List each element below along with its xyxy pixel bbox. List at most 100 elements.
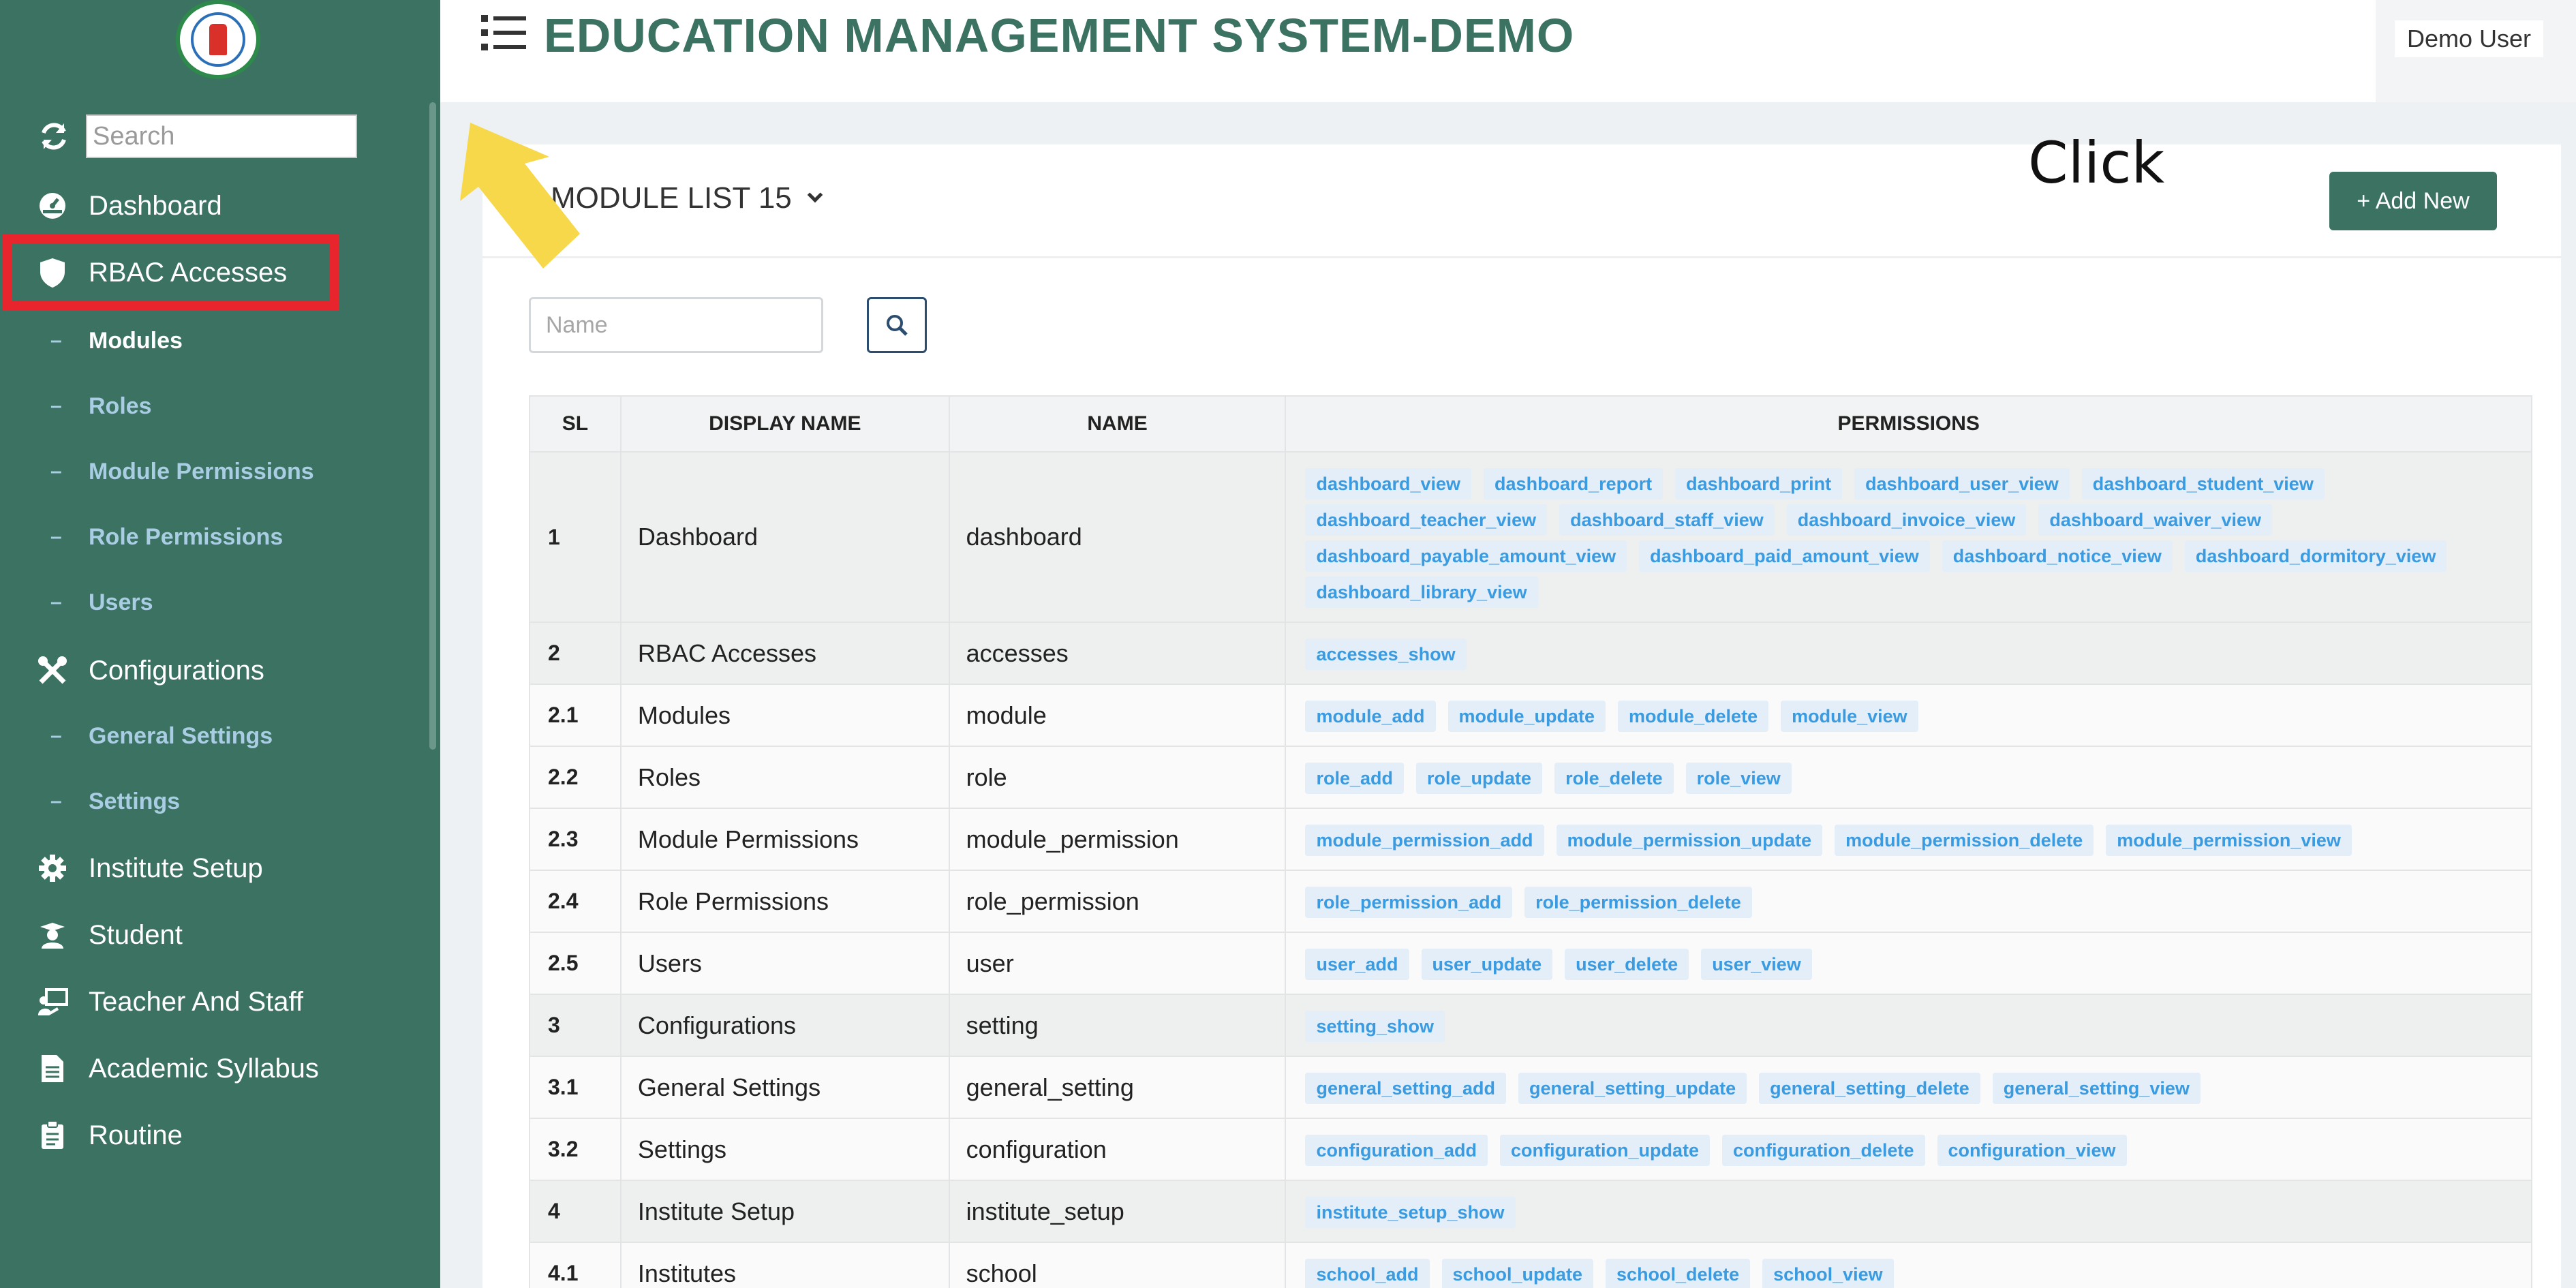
permission-tag: role_permission_delete — [1524, 887, 1752, 918]
sidebar-subitem-role-permissions[interactable]: – Role Permissions — [0, 517, 440, 557]
sidebar-item-teacher-and-staff[interactable]: Teacher And Staff — [0, 980, 440, 1024]
permission-tag: dashboard_library_view — [1305, 577, 1538, 608]
permission-tag: dashboard_payable_amount_view — [1305, 540, 1627, 572]
column-header-display-name[interactable]: DISPLAY NAME — [619, 395, 950, 453]
sidebar-subitem-general-settings[interactable]: – General Settings — [0, 716, 440, 756]
cell-sl: 3 — [529, 994, 622, 1057]
permission-tag: role_add — [1305, 763, 1405, 794]
card-divider — [482, 256, 2561, 258]
sidebar-search-row — [37, 114, 357, 158]
cell-permissions: institute_setup_show — [1285, 1180, 2532, 1243]
sidebar-item-academic-syllabus[interactable]: Academic Syllabus — [0, 1047, 440, 1090]
hamburger-list-icon[interactable] — [481, 14, 526, 52]
cell-display-name: Module Permissions — [619, 808, 950, 871]
cell-display-name: Users — [619, 932, 950, 995]
table-row: 2.2 Roles role role_add role_update role_dele… — [529, 746, 2532, 809]
dash-bullet-icon: – — [50, 329, 62, 352]
table-row: 3.1 General Settings general_setting genera… — [529, 1056, 2532, 1119]
modules-table: SL DISPLAY NAME NAME PERMISSIONS 1 Dashbo… — [529, 395, 2532, 1288]
sidebar-subitem-label: Module Permissions — [89, 458, 314, 485]
sidebar-subitem-label: Users — [89, 589, 153, 615]
cell-name: setting — [948, 994, 1287, 1057]
permission-tag: dashboard_user_view — [1854, 468, 2070, 500]
permission-tag: configuration_delete — [1721, 1135, 1925, 1166]
permission-tag: dashboard_report — [1484, 468, 1663, 500]
logo-torch-icon — [209, 24, 227, 55]
cell-sl: 2.1 — [529, 684, 622, 747]
permission-tag: dashboard_view — [1305, 468, 1472, 500]
dash-bullet-icon: – — [50, 460, 62, 482]
graduate-icon — [35, 918, 70, 952]
permission-tag: institute_setup_show — [1305, 1197, 1516, 1228]
sidebar-item-institute-setup[interactable]: Institute Setup — [0, 846, 440, 890]
permission-tag: dashboard_teacher_view — [1305, 504, 1548, 536]
permission-tag: dashboard_student_view — [2081, 468, 2325, 500]
sidebar-subitem-module-permissions[interactable]: – Module Permissions — [0, 451, 440, 492]
sidebar-item-configurations[interactable]: Configurations — [0, 649, 440, 692]
sidebar-item-label: Institute Setup — [89, 853, 263, 883]
permission-tag: school_add — [1305, 1259, 1430, 1288]
table-row: 3.2 Settings configuration configuration_ad… — [529, 1118, 2532, 1181]
dash-bullet-icon: – — [50, 395, 62, 417]
cell-display-name: Institute Setup — [619, 1180, 950, 1243]
table-row: 2.3 Module Permissions module_permission mo… — [529, 808, 2532, 871]
cell-name: module — [948, 684, 1287, 747]
cell-display-name: Role Permissions — [619, 870, 950, 933]
table-row: 3 Configurations setting setting_show — [529, 994, 2532, 1057]
sidebar-subitem-roles[interactable]: – Roles — [0, 386, 440, 427]
permission-tag: dashboard_paid_amount_view — [1639, 540, 1930, 572]
cell-name: school — [948, 1242, 1287, 1288]
column-header-name[interactable]: NAME — [948, 395, 1287, 453]
sidebar-item-label: Academic Syllabus — [89, 1053, 319, 1084]
permission-tag: dashboard_print — [1675, 468, 1843, 500]
dashboard-gauge-icon — [35, 189, 70, 223]
permission-tag: module_view — [1781, 701, 1918, 732]
sidebar-search-input[interactable] — [86, 114, 357, 158]
table-row: 2.5 Users user user_add user_update user_dele… — [529, 932, 2532, 995]
cell-name: accesses — [948, 622, 1287, 685]
permission-tag: role_update — [1416, 763, 1543, 794]
dash-bullet-icon: – — [50, 591, 62, 613]
permission-tag: accesses_show — [1305, 639, 1467, 670]
sidebar-subitem-modules[interactable]: – Modules — [0, 320, 440, 361]
cell-permissions: role_add role_update role_delete role_view — [1285, 746, 2532, 809]
sidebar-subitem-users[interactable]: – Users — [0, 582, 440, 623]
permission-tag: module_permission_add — [1305, 825, 1544, 856]
cell-display-name: General Settings — [619, 1056, 950, 1119]
permission-tag: general_setting_add — [1305, 1073, 1507, 1104]
permission-tag: dashboard_dormitory_view — [2184, 540, 2447, 572]
permission-tag: configuration_update — [1499, 1135, 1710, 1166]
sidebar-item-student[interactable]: Student — [0, 913, 440, 957]
cell-sl: 2.2 — [529, 746, 622, 809]
cell-display-name: RBAC Accesses — [619, 622, 950, 685]
table-row: 2.4 Role Permissions role_permission role_p… — [529, 870, 2532, 933]
sidebar-subitem-settings[interactable]: – Settings — [0, 781, 440, 822]
cell-sl: 1 — [529, 451, 622, 623]
annotation-click-text: Click — [2028, 129, 2165, 196]
permission-tag: module_add — [1305, 701, 1436, 732]
permission-tag: dashboard_notice_view — [1942, 540, 2173, 572]
cell-sl: 2.5 — [529, 932, 622, 995]
permission-tag: dashboard_staff_view — [1559, 504, 1775, 536]
permission-tag: module_permission_update — [1556, 825, 1823, 856]
cell-permissions: accesses_show — [1285, 622, 2532, 685]
cell-display-name: Modules — [619, 684, 950, 747]
refresh-icon[interactable] — [37, 119, 71, 153]
column-header-sl[interactable]: SL — [529, 395, 622, 453]
permission-tag: school_update — [1441, 1259, 1594, 1288]
table-row: 2 RBAC Accesses accesses accesses_show — [529, 622, 2532, 685]
sidebar-subitem-label: Role Permissions — [89, 523, 283, 550]
search-icon — [887, 315, 908, 336]
search-button[interactable] — [867, 297, 927, 353]
cell-display-name: Dashboard — [619, 451, 950, 623]
permission-tag: dashboard_invoice_view — [1786, 504, 2027, 536]
permission-tag: role_permission_add — [1305, 887, 1513, 918]
cell-display-name: Roles — [619, 746, 950, 809]
column-header-permissions[interactable]: PERMISSIONS — [1285, 395, 2532, 453]
user-menu-button[interactable]: Demo User — [2395, 20, 2544, 57]
cell-name: role_permission — [948, 870, 1287, 933]
clipboard-icon — [35, 1118, 70, 1152]
sidebar-item-routine[interactable]: Routine — [0, 1114, 440, 1157]
sidebar-item-label: Configurations — [89, 655, 264, 686]
add-new-button[interactable]: + Add New — [2329, 172, 2497, 230]
